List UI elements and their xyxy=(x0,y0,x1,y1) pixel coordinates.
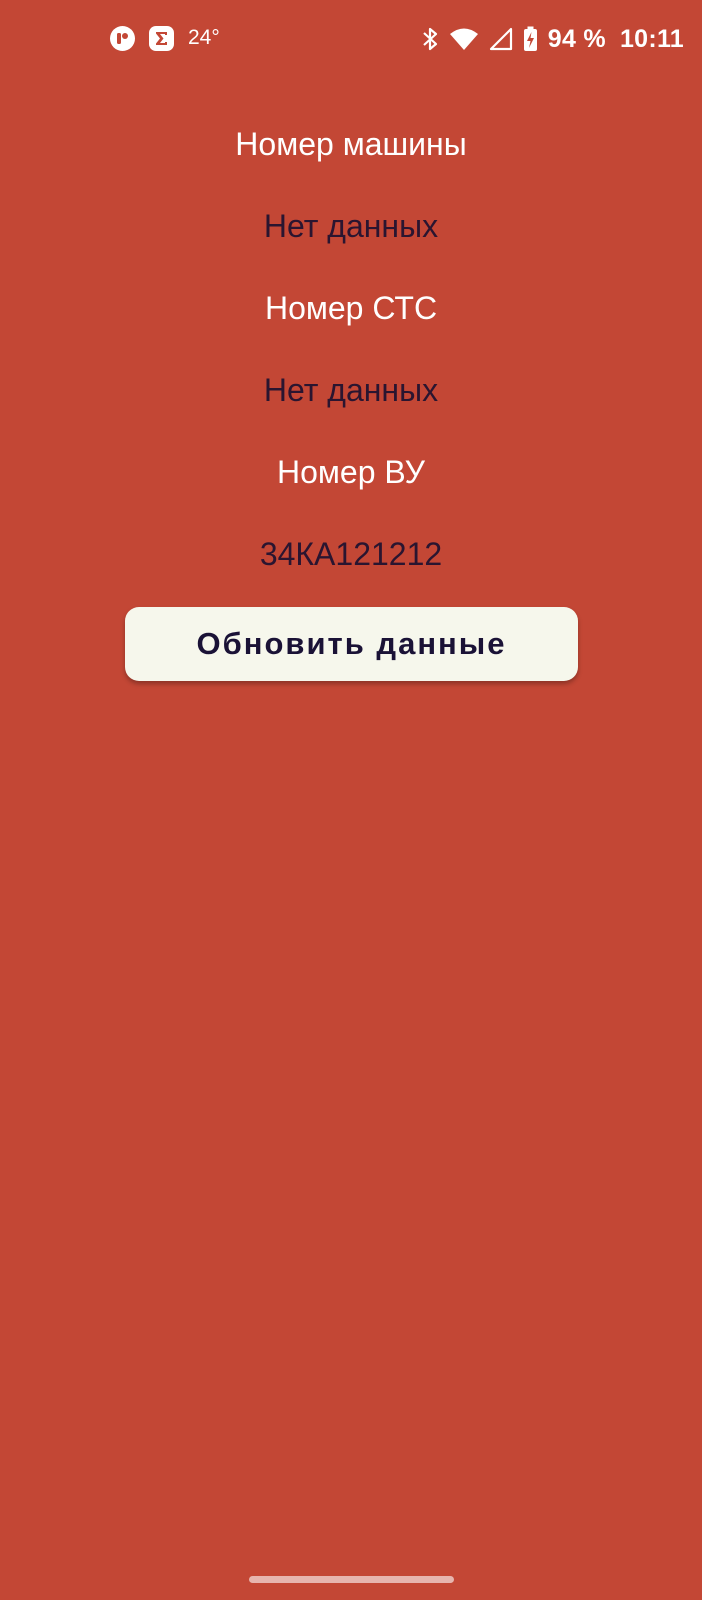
app-badge-icon xyxy=(110,26,135,51)
app-screen: 24° 94 % 10:11 Номер машины Нет данных Н… xyxy=(0,0,702,1600)
home-indicator[interactable] xyxy=(249,1576,454,1583)
wifi-icon xyxy=(449,27,479,51)
car-number-label: Номер машины xyxy=(235,125,467,162)
notification-area: 24° xyxy=(110,26,220,51)
temperature-text: 24° xyxy=(188,25,220,49)
battery-percent: 94 % xyxy=(547,24,606,53)
car-number-value: Нет данных xyxy=(263,207,439,244)
sigma-app-icon xyxy=(149,26,174,51)
battery-charging-icon xyxy=(523,26,538,52)
cell-signal-icon xyxy=(489,27,513,51)
system-status-area: 94 % 10:11 xyxy=(421,22,684,56)
vehicle-info-list: Номер машины Нет данных Номер СТС Нет да… xyxy=(0,103,702,595)
sts-number-value: Нет данных xyxy=(263,371,439,408)
sts-number-label: Номер СТС xyxy=(264,289,438,326)
license-number-value: 34КА121212 xyxy=(259,535,443,572)
status-bar: 24° 94 % 10:11 xyxy=(0,0,702,78)
refresh-data-button[interactable]: Обновить данные xyxy=(125,607,578,681)
license-number-label: Номер ВУ xyxy=(277,453,425,490)
clock: 10:11 xyxy=(619,24,684,53)
bluetooth-icon xyxy=(421,26,439,52)
